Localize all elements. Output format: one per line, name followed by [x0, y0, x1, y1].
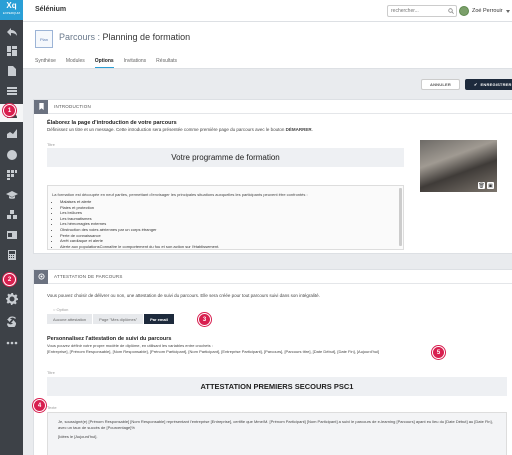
tab-modules[interactable]: Modules [66, 58, 85, 68]
editor-scrollbar[interactable] [399, 188, 402, 246]
avatar [459, 6, 469, 16]
main-content: ANNULER ✔ ENREGISTRER INTRODUCTION Élabor… [23, 69, 512, 455]
topbar: Sélénium Zoé Perrouir [23, 0, 512, 22]
attestation-title-field[interactable]: ATTESTATION PREMIERS SECOURS PSC1 [47, 377, 507, 396]
save-label: ENREGISTRER [480, 82, 512, 87]
attestation-text-editor[interactable]: Je, soussigné(e) [Prénom Responsable] [N… [47, 412, 507, 455]
variables-list: [Entreprise], [Prénom Responsable], [Nom… [47, 349, 380, 354]
marker-4: 4 [33, 399, 46, 412]
intro-title-label: Titre [47, 142, 55, 147]
page-header: Plan Parcours : Planning de formation Sy… [23, 22, 512, 69]
user-name: Zoé Perrouir [472, 8, 503, 14]
page-title: Parcours : Planning de formation [59, 32, 191, 42]
option-none[interactable]: Aucune attestation [47, 314, 94, 324]
attestation-text-label: Texte [47, 405, 57, 410]
image-tools: 🗑 ▣ [478, 182, 494, 189]
clock-icon[interactable] [4, 148, 19, 162]
intro-topic-list: Malaises et alerte Plaies et protection … [48, 199, 403, 249]
tab-invitations[interactable]: Invitations [124, 58, 147, 68]
list-item: Alerte aux populationsConnaître le compo… [60, 244, 403, 249]
trash-icon[interactable]: 🗑 [478, 182, 485, 189]
marker-2: 2 [3, 273, 16, 286]
option-email[interactable]: Par email [144, 314, 175, 324]
intro-heading: Élaborez la page d'introduction de votre… [47, 120, 177, 126]
tab-synthese[interactable]: Synthèse [35, 58, 56, 68]
settings-icon[interactable] [4, 292, 19, 306]
course-thumbnail: Plan [35, 30, 53, 48]
intro-section-title: INTRODUCTION [54, 104, 91, 109]
image-icon[interactable]: ▣ [487, 182, 494, 189]
id-card-icon[interactable] [4, 228, 19, 242]
certificate-icon [34, 269, 48, 284]
intro-section-header: INTRODUCTION [34, 99, 512, 114]
grid-icon[interactable] [4, 168, 19, 182]
attestation-description: Vous pouvez choisir de délivrer ou non, … [47, 293, 320, 298]
save-button[interactable]: ✔ ENREGISTRER [464, 79, 512, 90]
tab-resultats[interactable]: Résultats [156, 58, 177, 68]
option-label: ○ Option [53, 307, 69, 312]
dashboard-icon[interactable] [4, 44, 19, 58]
back-icon[interactable] [4, 25, 19, 39]
custom-attestation-heading: Personnalisez l'attestation de suivi du … [47, 336, 172, 342]
check-icon: ✔ [473, 82, 478, 87]
chevron-down-icon [505, 9, 510, 13]
search-input[interactable] [387, 5, 457, 17]
sync-icon[interactable] [4, 314, 19, 328]
intro-body-editor[interactable]: La formation est découpée en neuf partie… [47, 185, 404, 250]
bookmark-icon [34, 99, 48, 114]
tabs: Synthèse Modules Options Invitations Rés… [35, 58, 177, 68]
tab-options[interactable]: Options [94, 58, 114, 68]
chart-icon[interactable] [4, 126, 19, 140]
list-icon[interactable] [4, 84, 19, 98]
intro-card: INTRODUCTION Élaborez la page d'introduc… [33, 99, 512, 254]
cancel-button[interactable]: ANNULER [421, 79, 460, 90]
sidebar: Xq EXPERQUIZ [0, 0, 23, 455]
graduation-icon[interactable] [4, 188, 19, 202]
document-icon[interactable] [4, 64, 19, 78]
more-icon[interactable] [4, 336, 19, 350]
cubes-icon[interactable] [4, 208, 19, 222]
app-logo[interactable]: Xq EXPERQUIZ [0, 0, 23, 20]
user-menu[interactable]: Zoé Perrouir [459, 4, 510, 18]
intro-description: Définissez un titre et un message. Cette… [47, 127, 313, 132]
attestation-title-label: Titre [47, 370, 55, 375]
attestation-text-line1: Je, soussigné(e) [Prénom Responsable] [N… [58, 419, 493, 430]
marker-5: 5 [432, 346, 445, 359]
attestation-section-header: ATTESTATION DE PARCOURS [34, 269, 512, 284]
calculator-icon[interactable] [4, 248, 19, 262]
marker-1: 1 [3, 104, 16, 117]
intro-image: 🗑 ▣ [420, 140, 497, 192]
attestation-text-line2: [Idées le [Aujourd'hui]. [58, 434, 98, 439]
attestation-card: ATTESTATION DE PARCOURS Vous pouvez choi… [33, 269, 512, 455]
intro-body-text: La formation est découpée en neuf partie… [52, 192, 308, 197]
option-my-diplomas[interactable]: Page "Mes diplômes" [93, 314, 145, 324]
form-actions: ANNULER ✔ ENREGISTRER [421, 79, 512, 90]
intro-title-field[interactable]: Votre programme de formation [47, 148, 404, 167]
search-icon[interactable] [448, 8, 454, 14]
app-title: Sélénium [35, 6, 67, 13]
attestation-section-title: ATTESTATION DE PARCOURS [54, 274, 123, 279]
marker-3: 3 [198, 313, 211, 326]
attestation-option-selector: Aucune attestation Page "Mes diplômes" P… [47, 314, 175, 324]
